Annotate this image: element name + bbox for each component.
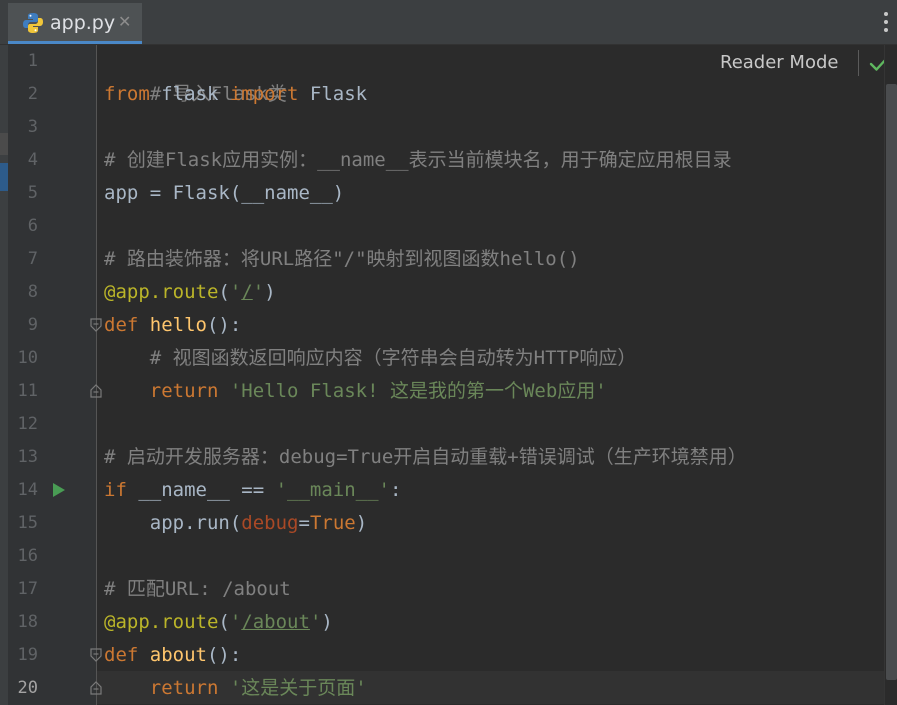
decorator: @app.route (104, 611, 219, 633)
keyword: return (104, 677, 219, 699)
line-number: 15 (17, 513, 38, 533)
route-path-link[interactable]: / (241, 281, 252, 303)
line-number: 9 (27, 315, 38, 335)
keyword: return (104, 380, 219, 402)
comment: # 路由装饰器：将URL路径"/"映射到视图函数hello() (104, 248, 580, 270)
code-text: : (390, 479, 402, 501)
code-line-20: return '这是关于页面' (104, 672, 367, 705)
code-line-17: # 匹配URL: /about (104, 573, 291, 606)
comment: # 视图函数返回响应内容（字符串会自动转为HTTP响应） (104, 347, 637, 369)
comment: # 匹配URL: /about (104, 578, 291, 600)
line-number: 8 (27, 282, 38, 302)
code-line-13: # 启动开发服务器：debug=True开启自动重载+错误调试（生产环境禁用） (104, 441, 747, 474)
left-tool-strip (0, 45, 8, 705)
strip-marker (0, 133, 8, 155)
string-quote: ' (229, 281, 242, 303)
string: '这是关于页面' (218, 677, 367, 699)
class-name: Flask (298, 83, 368, 105)
code-line-18: @app.route('/about') (104, 606, 333, 639)
code-text: app.run( (104, 512, 242, 534)
function-name: about (138, 644, 207, 666)
line-number: 2 (27, 84, 38, 104)
paren: ( (218, 281, 230, 303)
keyword: if (104, 479, 127, 501)
keyword: def (104, 644, 139, 666)
python-file-icon (23, 13, 43, 33)
keyword: from (104, 83, 150, 105)
code-text: app = Flask(__name__) (104, 182, 345, 204)
line-number: 3 (27, 117, 38, 137)
paren: ( (218, 611, 230, 633)
module-name: flask (149, 83, 230, 105)
tab-close-icon[interactable]: ✕ (118, 12, 131, 31)
line-number: 10 (17, 348, 38, 368)
code-text: = (298, 512, 310, 534)
code-line-4: # 创建Flask应用实例：__name__表示当前模块名，用于确定应用根目录 (104, 144, 732, 177)
line-number: 19 (17, 645, 38, 665)
code-line-1: # 导入Flask类 (104, 45, 287, 105)
tab-filename: app.py (50, 12, 116, 34)
line-number: 4 (27, 150, 38, 170)
editor-tab-bar: app.py ✕ (0, 0, 897, 45)
decorator: @app.route (104, 281, 219, 303)
line-number: 17 (17, 579, 38, 599)
function-name: hello (138, 314, 207, 336)
reader-separator (858, 50, 859, 76)
fold-end-icon[interactable] (89, 384, 103, 398)
line-number: 6 (27, 216, 38, 236)
tab-app-py[interactable]: app.py ✕ (8, 3, 142, 44)
line-number: 1 (27, 51, 38, 71)
paren: ) (264, 281, 276, 303)
string-quote: ' (252, 281, 265, 303)
code-line-2: from flask import Flask (104, 78, 367, 111)
keyword-arg: debug (241, 512, 299, 534)
line-number: 13 (17, 447, 38, 467)
line-number: 16 (17, 546, 38, 566)
code-line-5: app = Flask(__name__) (104, 177, 344, 210)
fold-end-icon[interactable] (89, 681, 103, 695)
string: 'Hello Flask! 这是我的第一个Web应用' (218, 380, 607, 402)
run-icon[interactable] (52, 482, 66, 498)
line-number: 7 (27, 249, 38, 269)
code-line-10: # 视图函数返回响应内容（字符串会自动转为HTTP响应） (104, 342, 637, 375)
vertical-scrollbar-thumb[interactable] (886, 84, 897, 680)
string: '__main__' (275, 479, 390, 501)
line-number: 14 (17, 480, 38, 500)
code-text: ) (355, 512, 368, 534)
code-line-9: def hello(): (104, 309, 241, 342)
string-quote: ' (229, 611, 242, 633)
code-line-14: if __name__ == '__main__': (104, 474, 401, 507)
gutter-separator (96, 45, 97, 705)
string-quote: ' (309, 611, 322, 633)
line-number-current: 20 (17, 678, 38, 698)
code-line-11: return 'Hello Flask! 这是我的第一个Web应用' (104, 375, 607, 408)
keyword: import (229, 83, 299, 105)
keyword: True (309, 512, 356, 534)
fold-start-icon[interactable] (89, 648, 103, 662)
line-number: 18 (17, 612, 38, 632)
line-number: 11 (17, 381, 38, 401)
route-path-link[interactable]: /about (241, 611, 310, 633)
code-text: __name__ == (126, 479, 276, 501)
line-number: 5 (27, 183, 38, 203)
strip-marker-active (0, 163, 8, 191)
line-number: 12 (17, 414, 38, 434)
code-line-19: def about(): (104, 639, 241, 672)
code-line-8: @app.route('/') (104, 276, 276, 309)
code-text: (): (206, 314, 242, 336)
reader-mode-button[interactable]: Reader Mode (720, 52, 838, 73)
paren: ) (321, 611, 333, 633)
keyword: def (104, 314, 139, 336)
code-line-7: # 路由装饰器：将URL路径"/"映射到视图函数hello() (104, 243, 580, 276)
comment: # 启动开发服务器：debug=True开启自动重载+错误调试（生产环境禁用） (104, 446, 747, 468)
code-text: (): (206, 644, 242, 666)
comment: # 创建Flask应用实例：__name__表示当前模块名，用于确定应用根目录 (104, 149, 732, 171)
more-options-icon[interactable] (883, 12, 889, 34)
code-line-15: app.run(debug=True) (104, 507, 367, 540)
fold-start-icon[interactable] (89, 318, 103, 332)
